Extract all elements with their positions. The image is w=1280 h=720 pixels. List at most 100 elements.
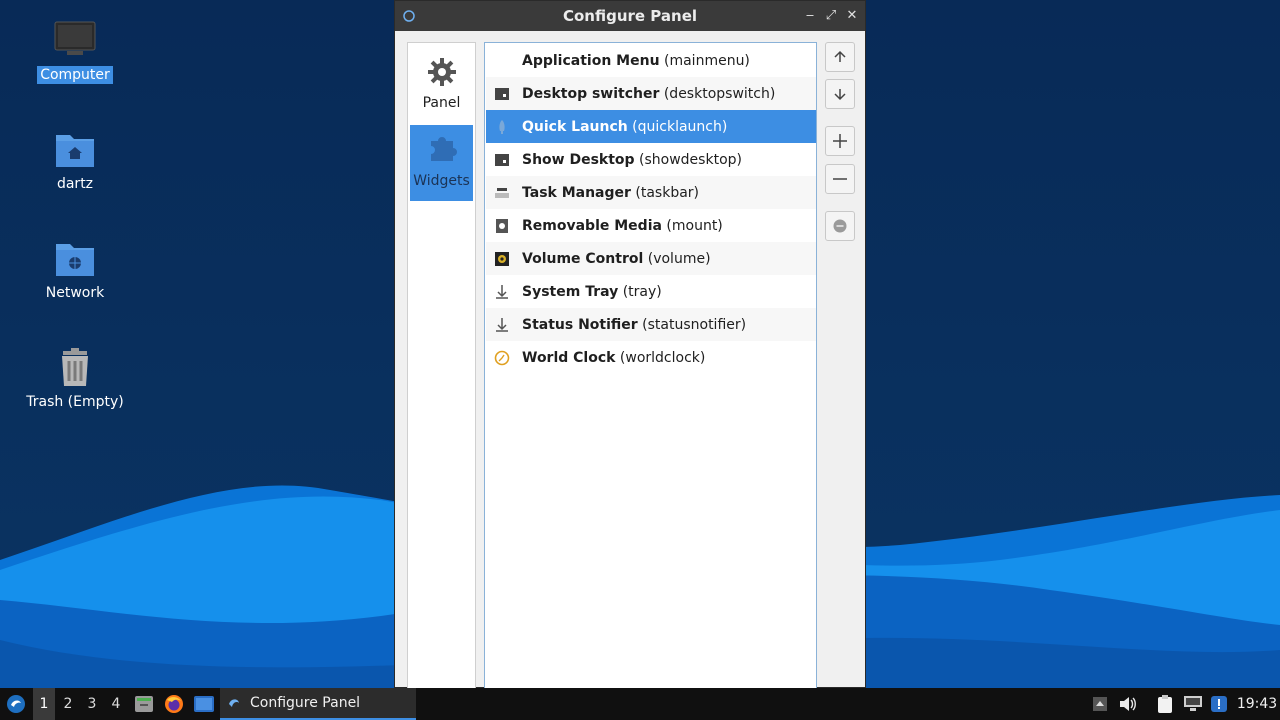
task-label: Configure Panel	[250, 695, 361, 711]
plugin-id: (tray)	[618, 283, 662, 300]
sidebar-item-label: Panel	[422, 95, 461, 111]
volume-icon	[494, 251, 510, 267]
lxqt-logo-icon	[229, 699, 239, 707]
plugin-name: Task Manager	[522, 184, 631, 201]
add-widget-button[interactable]	[825, 126, 855, 156]
plugin-row-taskbar[interactable]: Task Manager (taskbar)	[486, 176, 816, 209]
network-folder-icon	[56, 244, 94, 276]
plugin-list: Application Menu (mainmenu) Desktop swit…	[484, 42, 817, 690]
network-wired-icon	[1184, 696, 1202, 711]
window-title: Configure Panel	[562, 7, 698, 25]
start-menu-button[interactable]	[4, 688, 28, 720]
plugin-name: System Tray	[522, 283, 619, 300]
tray-arrow-icon	[494, 284, 510, 300]
plugin-row-tray[interactable]: System Tray (tray)	[486, 275, 816, 308]
plugin-row-showdesktop[interactable]: Show Desktop (showdesktop)	[486, 143, 816, 176]
file-manager-launcher[interactable]	[133, 688, 155, 720]
plugin-row-mount[interactable]: Removable Media (mount)	[486, 209, 816, 242]
arrow-down-icon	[834, 89, 846, 101]
show-desktop-icon	[194, 696, 214, 712]
notification-icon	[1211, 696, 1227, 712]
taskbar-task-configure-panel[interactable]: Configure Panel	[220, 688, 416, 720]
desktop-switch-1[interactable]: 1	[33, 688, 55, 720]
plugin-id: (desktopswitch)	[659, 85, 776, 102]
plugin-id: (statusnotifier)	[637, 316, 747, 333]
tray-expand-button[interactable]	[1090, 688, 1110, 720]
desktop-switch-4[interactable]: 4	[105, 688, 127, 720]
notification-tray-button[interactable]	[1209, 688, 1229, 720]
trash-icon	[62, 348, 88, 386]
close-button[interactable]: ✕	[843, 7, 861, 25]
sidebar-item-label: Widgets	[413, 173, 470, 189]
maximize-button[interactable]: ⤢	[822, 7, 840, 25]
plugin-name: Volume Control	[522, 250, 644, 267]
minimize-button[interactable]: ‒	[801, 7, 819, 25]
plugin-id: (worldclock)	[615, 349, 706, 366]
configure-icon	[833, 219, 847, 233]
plugin-row-quicklaunch[interactable]: Quick Launch (quicklaunch)	[486, 110, 816, 143]
sidebar-item-widgets[interactable]: Widgets	[410, 125, 473, 201]
network-tray-button[interactable]	[1182, 688, 1204, 720]
remove-widget-button[interactable]	[825, 164, 855, 194]
plugin-id: (quicklaunch)	[627, 118, 728, 135]
plugin-name: Application Menu	[522, 52, 660, 69]
clipboard-icon	[1158, 695, 1172, 713]
move-up-button[interactable]	[825, 42, 855, 72]
desktop-icon-label: Computer	[37, 66, 113, 84]
clock-icon	[494, 350, 510, 366]
plugin-name: Desktop switcher	[522, 85, 660, 102]
show-desktop-icon	[494, 152, 510, 168]
plugin-name: Removable Media	[522, 217, 662, 234]
plugin-row-desktopswitch[interactable]: Desktop switcher (desktopswitch)	[486, 77, 816, 110]
firefox-launcher[interactable]	[162, 688, 186, 720]
removable-media-icon	[494, 218, 510, 234]
plus-icon	[833, 134, 847, 148]
plugin-id: (taskbar)	[630, 184, 700, 201]
plugin-id: (showdesktop)	[634, 151, 742, 168]
desktop-icon-label: Network	[45, 285, 105, 301]
puzzle-icon	[430, 137, 457, 161]
plugin-row-mainmenu[interactable]: Application Menu (mainmenu)	[486, 44, 816, 77]
speaker-icon	[1120, 697, 1136, 711]
plugin-name: Status Notifier	[522, 316, 638, 333]
file-manager-icon	[135, 696, 153, 712]
tray-up-icon	[1093, 697, 1107, 711]
desktop-switch-icon	[494, 86, 510, 102]
task-manager-icon	[494, 185, 510, 201]
plugin-name: World Clock	[522, 349, 616, 366]
desktop-icon-label: Trash (Empty)	[26, 394, 124, 410]
firefox-icon	[165, 695, 183, 713]
clipboard-tray-button[interactable]	[1154, 688, 1176, 720]
desktop-icon-trash[interactable]: Trash (Empty)	[20, 345, 130, 411]
plugin-row-worldclock[interactable]: World Clock (worldclock)	[486, 341, 816, 374]
clock[interactable]: 19:43	[1236, 688, 1278, 720]
plugin-id: (mainmenu)	[659, 52, 750, 69]
minus-icon	[833, 178, 847, 180]
volume-tray-button[interactable]	[1117, 688, 1139, 720]
plugin-name: Quick Launch	[522, 118, 628, 135]
configure-panel-window: Configure Panel ‒ ⤢ ✕ Panel Widgets Appl…	[394, 0, 866, 690]
home-folder-icon	[56, 135, 94, 167]
configure-widget-button[interactable]	[825, 211, 855, 241]
plugin-id: (mount)	[661, 217, 723, 234]
gear-icon	[427, 58, 456, 86]
config-sidebar: Panel Widgets	[407, 42, 476, 690]
sidebar-item-panel[interactable]: Panel	[410, 49, 473, 121]
plugin-row-statusnotifier[interactable]: Status Notifier (statusnotifier)	[486, 308, 816, 341]
computer-icon	[54, 21, 96, 55]
desktop-switch-2[interactable]: 2	[57, 688, 79, 720]
plugin-name: Show Desktop	[522, 151, 635, 168]
desktop-icon-network[interactable]: Network	[20, 236, 130, 302]
desktop-icon-computer[interactable]: Computer	[20, 18, 130, 84]
show-desktop-launcher[interactable]	[192, 688, 216, 720]
desktop-switch-3[interactable]: 3	[81, 688, 103, 720]
plugin-id: (volume)	[643, 250, 711, 267]
window-titlebar[interactable]: Configure Panel ‒ ⤢ ✕	[395, 1, 865, 31]
tray-arrow-icon	[494, 317, 510, 333]
move-down-button[interactable]	[825, 79, 855, 109]
rocket-icon	[494, 119, 510, 135]
plugin-row-volume[interactable]: Volume Control (volume)	[486, 242, 816, 275]
taskbar: 1 2 3 4 Configure Panel 19:43	[0, 688, 1280, 720]
desktop-icon-dartz[interactable]: dartz	[20, 127, 130, 193]
desktop-icon-label: dartz	[56, 176, 94, 192]
